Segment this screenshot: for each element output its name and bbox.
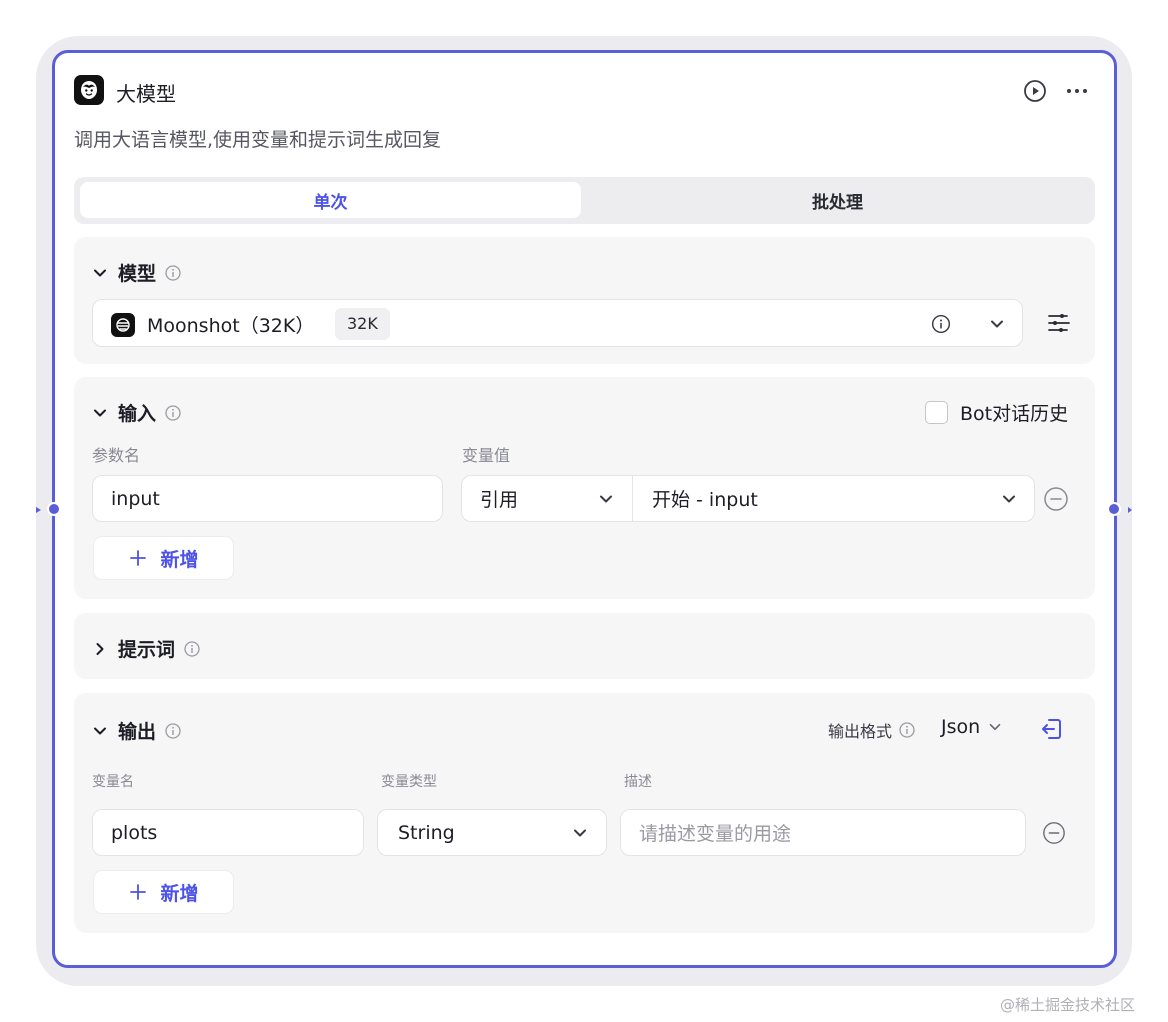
model-info-icon[interactable] [931, 314, 951, 334]
output-section: 输出 输出格式 Json 变量名 变量类型 描述 plots String 请描… [74, 693, 1095, 933]
bot-history-label: Bot对话历史 [960, 403, 1069, 425]
model-name: Moonshot（32K） [147, 315, 315, 337]
ref-mode-value: 引用 [480, 489, 519, 511]
chevron-down-icon[interactable] [90, 263, 110, 283]
bot-history-checkbox[interactable] [925, 401, 948, 424]
plus-icon [130, 884, 147, 900]
desc-header: 描述 [624, 774, 652, 790]
input-connector-arrow [36, 507, 41, 513]
output-var-name-input[interactable]: plots [92, 809, 364, 856]
prompt-section-header[interactable]: 提示词 [90, 635, 201, 662]
add-output-button[interactable]: 新增 [93, 870, 234, 914]
model-section-header[interactable]: 模型 [90, 259, 182, 286]
add-output-label: 新增 [160, 882, 199, 905]
output-format-value: Json [941, 716, 981, 738]
output-format-label-group: 输出格式 [828, 718, 916, 742]
plus-icon [130, 550, 147, 566]
remove-row-icon[interactable] [1043, 486, 1069, 512]
moonshot-logo-icon [111, 313, 135, 337]
ref-variable-value: 开始 - input [652, 489, 758, 511]
chevron-down-icon [989, 723, 1001, 731]
output-format-label: 输出格式 [828, 722, 893, 741]
model-section: 模型 Moonshot（32K） 32K [74, 237, 1095, 364]
param-name-value: input [111, 487, 160, 510]
var-name-header: 变量名 [92, 774, 134, 790]
model-select[interactable]: Moonshot（32K） 32K [92, 299, 1023, 347]
info-icon[interactable] [898, 721, 916, 739]
tab-single[interactable]: 单次 [80, 182, 581, 218]
output-var-type-value: String [398, 821, 455, 844]
info-icon[interactable] [164, 722, 182, 740]
chevron-down-icon[interactable] [987, 314, 1007, 334]
node-description: 调用大语言模型,使用变量和提示词生成回复 [74, 129, 442, 151]
play-icon[interactable] [1023, 79, 1047, 103]
import-icon[interactable] [1039, 717, 1063, 741]
input-port[interactable] [47, 502, 61, 516]
context-badge: 32K [335, 308, 390, 340]
output-var-type-select[interactable]: String [377, 809, 607, 856]
info-icon[interactable] [183, 640, 201, 658]
bot-history-option[interactable]: Bot对话历史 [925, 399, 1068, 426]
output-connector-arrow [1128, 507, 1132, 513]
param-name-input[interactable]: input [92, 475, 443, 522]
chevron-down-icon [574, 829, 586, 837]
add-input-label: 新增 [160, 548, 199, 571]
tab-batch[interactable]: 批处理 [586, 182, 1089, 218]
input-section: 输入 Bot对话历史 参数名 变量值 input 引用 开始 - input 新… [74, 377, 1095, 599]
remove-row-icon[interactable] [1042, 821, 1066, 845]
info-icon[interactable] [164, 404, 182, 422]
input-section-title: 输入 [118, 403, 157, 425]
prompt-section-title: 提示词 [118, 639, 176, 661]
output-desc-input[interactable]: 请描述变量的用途 [620, 809, 1026, 856]
output-section-title: 输出 [118, 721, 157, 743]
chevron-down-icon[interactable] [90, 721, 110, 741]
watermark: @稀土掘金技术社区 [1000, 996, 1136, 1014]
info-icon[interactable] [164, 264, 182, 282]
ref-mode-select[interactable]: 引用 [462, 476, 633, 521]
chevron-down-icon[interactable] [596, 489, 616, 509]
var-type-header: 变量类型 [381, 774, 437, 790]
var-value-header: 变量值 [462, 446, 511, 465]
output-format-select[interactable]: Json [941, 716, 1004, 738]
mode-tabs: 单次 批处理 [74, 177, 1095, 224]
param-name-header: 参数名 [92, 446, 141, 465]
chevron-down-icon[interactable] [999, 489, 1019, 509]
llm-face-icon [74, 75, 104, 105]
output-port[interactable] [1107, 502, 1121, 516]
add-input-button[interactable]: 新增 [93, 536, 234, 580]
ref-variable-select[interactable]: 开始 - input [634, 476, 1034, 521]
chevron-right-icon[interactable] [90, 639, 110, 659]
chevron-down-icon[interactable] [90, 403, 110, 423]
output-var-name-value: plots [111, 821, 158, 844]
output-desc-placeholder: 请描述变量的用途 [639, 823, 792, 845]
model-section-title: 模型 [118, 263, 157, 285]
prompt-section: 提示词 [74, 613, 1095, 679]
more-icon[interactable] [1064, 79, 1090, 103]
node-title[interactable]: 大模型 [116, 78, 176, 107]
var-value-group: 引用 开始 - input [461, 475, 1035, 522]
input-section-header[interactable]: 输入 [90, 399, 182, 426]
output-section-header[interactable]: 输出 [90, 717, 182, 744]
sliders-icon[interactable] [1047, 312, 1071, 334]
